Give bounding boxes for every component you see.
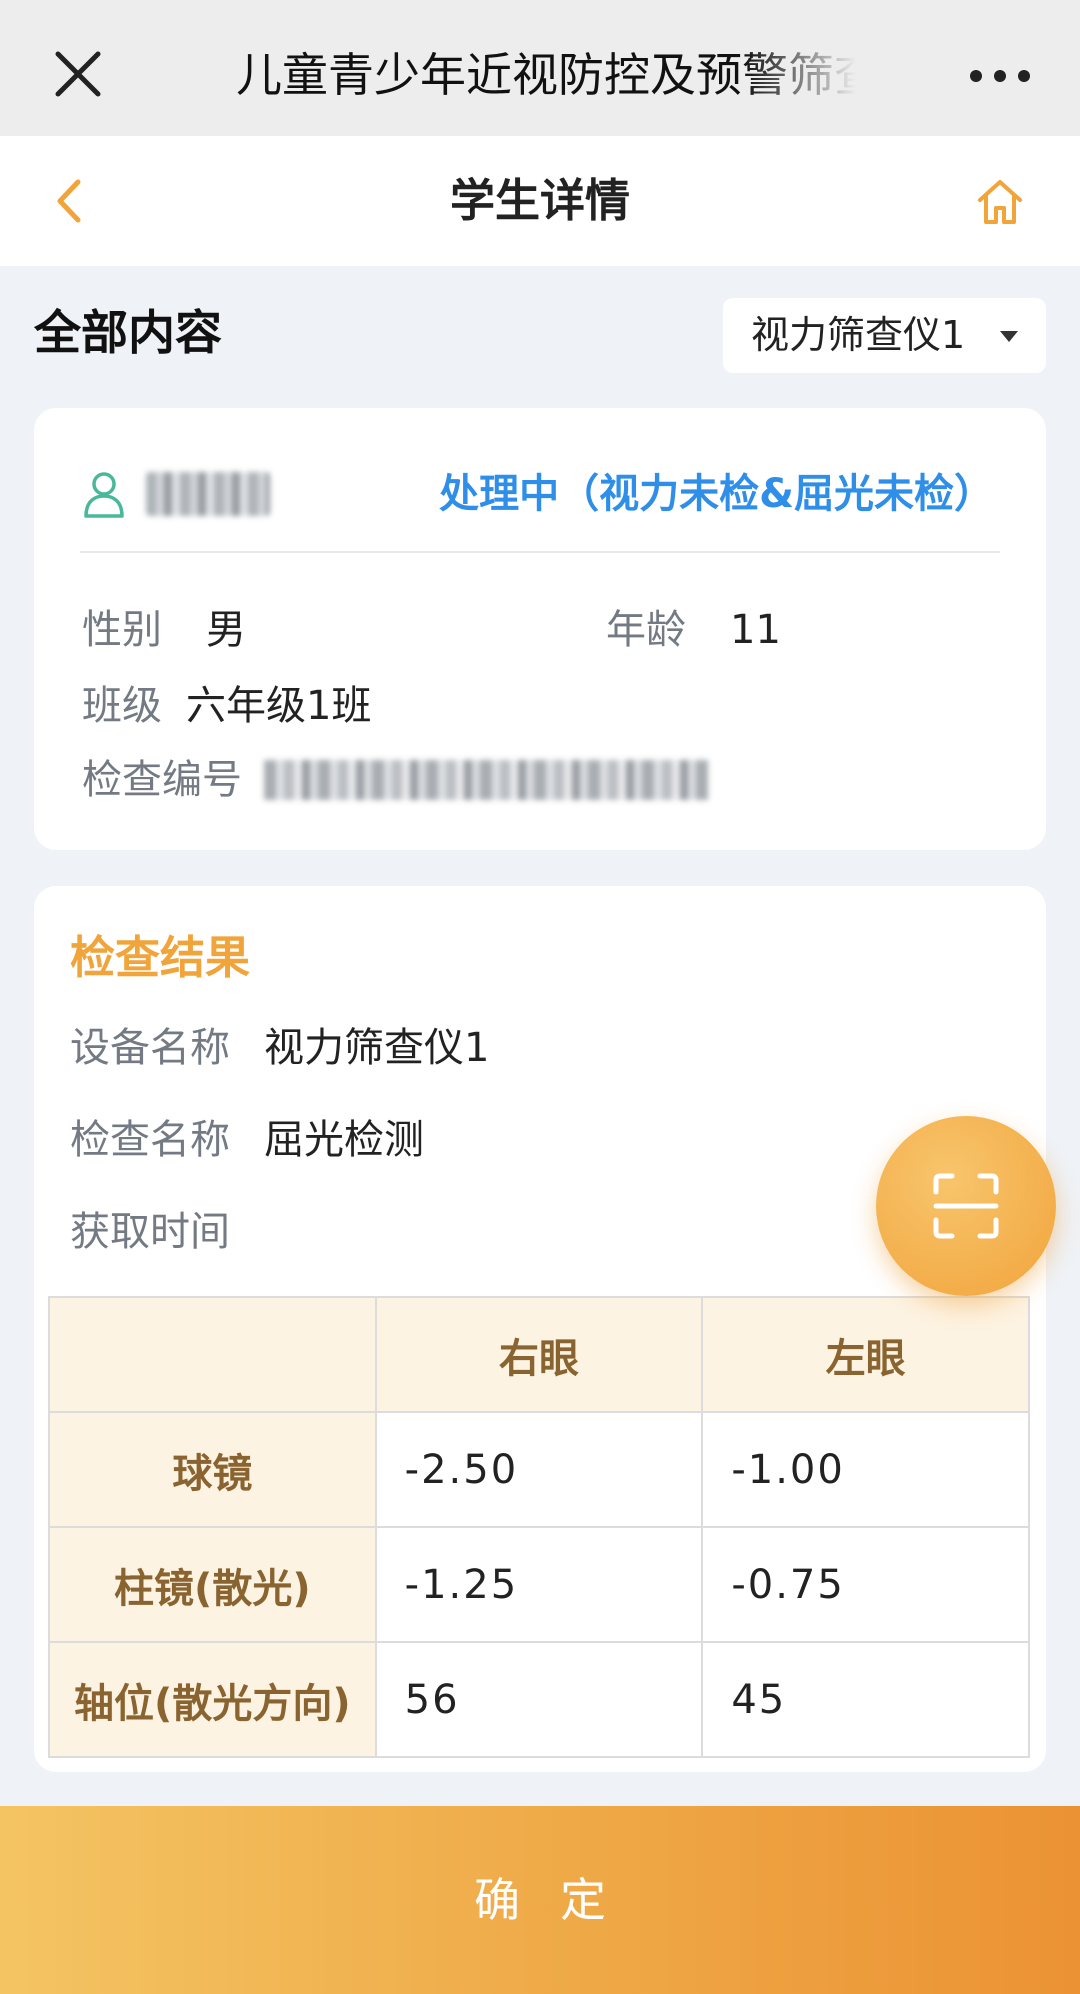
age-value: 11	[730, 607, 781, 653]
right-eye-value: 56	[374, 1641, 704, 1758]
table-header-row: 右眼 左眼	[48, 1296, 1030, 1413]
gender-row: 性别男	[82, 600, 246, 660]
table-row: 轴位(散光方向) 56 45	[48, 1641, 1030, 1758]
device-value: 视力筛查仪1	[264, 1025, 490, 1071]
age-label: 年龄	[606, 607, 686, 653]
exam-label: 检查名称	[70, 1117, 230, 1163]
confirm-button[interactable]: 确定	[0, 1806, 1080, 1994]
more-dots-icon[interactable]	[970, 66, 1030, 86]
time-row: 获取时间	[70, 1202, 230, 1262]
scan-button[interactable]	[876, 1116, 1056, 1296]
exam-no-row: 检查编号	[82, 750, 242, 810]
left-eye-value: -0.75	[701, 1526, 1030, 1643]
scan-icon	[933, 1173, 999, 1239]
exam-no-redacted	[264, 760, 708, 800]
caret-down-icon	[1000, 331, 1018, 342]
result-card: 检查结果 设备名称 视力筛查仪1 检查名称 屈光检测 获取时间 右眼 左眼 球镜 -…	[34, 886, 1046, 1772]
left-eye-value: 45	[701, 1641, 1030, 1758]
top-bar: 儿童青少年近视防控及预警筛查	[0, 0, 1080, 136]
table-row: 柱镜(散光) -1.25 -0.75	[48, 1526, 1030, 1643]
left-eye-value: -1.00	[701, 1411, 1030, 1528]
age-row: 年龄 11	[606, 600, 781, 660]
student-name-redacted	[146, 472, 270, 516]
right-eye-value: -2.50	[374, 1411, 704, 1528]
table-header-cell	[48, 1296, 377, 1413]
exam-row: 检查名称 屈光检测	[70, 1110, 424, 1170]
gender-label: 性别	[82, 607, 162, 653]
table-row: 球镜 -2.50 -1.00	[48, 1411, 1030, 1528]
device-dropdown-value: 视力筛查仪1	[751, 313, 966, 357]
class-row: 班级 六年级1班	[82, 676, 371, 736]
nav-bar: 学生详情	[0, 136, 1080, 266]
student-info-card: 处理中（视力未检&屈光未检） 性别男 年龄 11 班级 六年级1班 检查编号	[34, 408, 1046, 850]
device-label: 设备名称	[70, 1025, 230, 1071]
row-label: 柱镜(散光)	[48, 1526, 377, 1643]
page-title: 学生详情	[449, 174, 630, 227]
result-title: 检查结果	[70, 931, 251, 984]
close-icon[interactable]	[52, 48, 104, 100]
right-eye-value: -1.25	[374, 1526, 704, 1643]
exam-no-label: 检查编号	[82, 757, 242, 803]
row-label: 球镜	[48, 1411, 377, 1528]
table-header-cell: 左眼	[701, 1296, 1030, 1413]
table-header-cell: 右眼	[374, 1296, 704, 1413]
exam-value: 屈光检测	[264, 1117, 424, 1163]
person-icon	[84, 472, 124, 518]
row-label: 轴位(散光方向)	[48, 1641, 377, 1758]
app-title: 儿童青少年近视防控及预警筛查	[236, 48, 856, 102]
section-heading: 全部内容	[34, 306, 222, 361]
device-row: 设备名称 视力筛查仪1	[70, 1018, 489, 1078]
divider	[80, 551, 1000, 553]
gender-value: 男	[206, 607, 246, 653]
class-label: 班级	[82, 683, 162, 729]
home-icon[interactable]	[974, 176, 1026, 228]
refraction-table: 右眼 左眼 球镜 -2.50 -1.00 柱镜(散光) -1.25 -0.75 …	[48, 1296, 1030, 1758]
device-dropdown[interactable]: 视力筛查仪1	[723, 298, 1046, 373]
time-label: 获取时间	[70, 1209, 230, 1255]
status-text: 处理中（视力未检&屈光未检）	[439, 471, 994, 517]
class-value: 六年级1班	[186, 683, 372, 729]
